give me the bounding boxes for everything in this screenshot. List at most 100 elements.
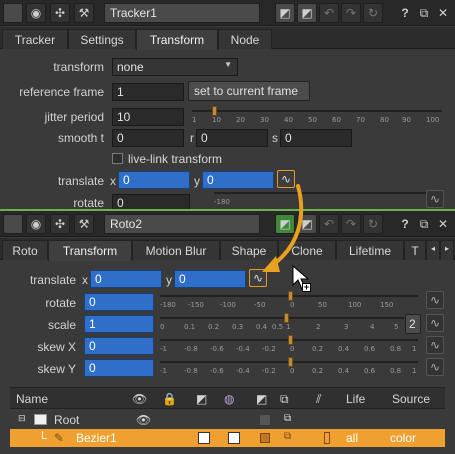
row-life[interactable]: all <box>346 431 358 445</box>
translate-curve-icon[interactable]: ∿ <box>249 269 267 287</box>
skew-y-input[interactable]: 0 <box>84 359 154 377</box>
translate-x-input[interactable]: 0 <box>90 270 162 288</box>
color-swatch-icon[interactable]: ◩ <box>275 3 295 23</box>
skew-x-input[interactable]: 0 <box>84 337 154 355</box>
redo-icon[interactable]: ↷ <box>341 214 361 234</box>
viewer-toggle-icon[interactable]: ◉ <box>26 214 46 234</box>
column-life[interactable]: Life <box>346 392 365 406</box>
slider-knob[interactable] <box>288 335 293 345</box>
node-color-icon[interactable]: ◩ <box>297 3 317 23</box>
jitter-period-input[interactable]: 10 <box>112 108 184 126</box>
motion-blur-icon[interactable]: ⫽ <box>316 392 321 407</box>
help-icon[interactable]: ? <box>399 6 411 20</box>
drag-copy-plus-icon: + <box>302 282 311 292</box>
overlay-color-swatch[interactable] <box>260 433 270 443</box>
tab-motion-blur[interactable]: Motion Blur <box>132 240 220 260</box>
undo-icon[interactable]: ↶ <box>319 3 339 23</box>
skew-x-curve-icon[interactable]: ∿ <box>426 336 444 354</box>
node-menu-icon[interactable] <box>3 214 23 234</box>
translate-y-input[interactable]: 0 <box>174 270 246 288</box>
rotate-curve-icon[interactable]: ∿ <box>426 190 444 208</box>
overlay-color-swatch[interactable] <box>260 415 270 425</box>
rotate-input[interactable]: 0 <box>84 293 154 311</box>
tab-node[interactable]: Node <box>218 29 272 49</box>
skew-y-slider[interactable]: -1 -0.8 -0.6 -0.4 -0.2 0 0.2 0.4 0.6 0.8… <box>160 357 418 375</box>
tab-transform[interactable]: Transform <box>136 29 218 50</box>
transform-dropdown[interactable]: none ▼ <box>112 58 238 76</box>
overlay-color-icon[interactable]: ◩ <box>256 392 267 406</box>
visibility-eye-icon[interactable]: 👁 <box>136 413 151 427</box>
rotate-slider[interactable]: -180 -150 -100 -50 0 50 100 150 <box>160 291 418 309</box>
slider-knob[interactable] <box>288 357 293 367</box>
motion-blur-toggle[interactable] <box>324 432 330 444</box>
redo-icon[interactable]: ↷ <box>341 3 361 23</box>
visibility-eye-icon[interactable]: 👁 <box>132 392 147 406</box>
rotate-curve-icon[interactable]: ∿ <box>426 291 444 309</box>
jitter-period-slider[interactable]: 1 10 20 30 40 50 60 70 80 90 100 <box>192 106 442 124</box>
invert-icon[interactable] <box>198 432 210 444</box>
smooth-label: smooth t <box>57 131 104 145</box>
tab-clone[interactable]: Clone <box>278 240 336 260</box>
set-to-current-frame-button[interactable]: set to current frame <box>188 81 310 101</box>
tree-collapse-icon[interactable]: ⊟ <box>18 413 26 424</box>
tab-transform[interactable]: Transform <box>48 240 132 261</box>
translate-y-input[interactable]: 0 <box>202 171 274 189</box>
scale-channels-button[interactable]: 2 <box>405 314 421 334</box>
revert-icon[interactable]: ↻ <box>363 214 383 234</box>
blend-mode-icon[interactable]: ⧉ <box>284 431 291 442</box>
scale-input[interactable]: 1 <box>84 315 154 333</box>
row-name: Bezier1 <box>76 431 117 445</box>
translate-x-input[interactable]: 0 <box>118 171 190 189</box>
smooth-s-input[interactable]: 0 <box>280 129 352 147</box>
tab-scroll-right-icon[interactable]: ▸ <box>440 240 454 260</box>
node-color-icon[interactable]: ◩ <box>275 214 295 234</box>
viewer-toggle-icon[interactable]: ◉ <box>26 3 46 23</box>
tab-truncated[interactable]: T <box>404 240 426 260</box>
tracker-transform-panel: transform none ▼ reference frame 1 set t… <box>0 50 455 212</box>
blend-mode-icon[interactable]: ⧉ <box>280 392 289 407</box>
column-source[interactable]: Source <box>392 392 430 406</box>
lock-icon[interactable]: 🔒 <box>162 392 177 406</box>
close-icon[interactable]: ✕ <box>437 6 449 20</box>
revert-icon[interactable]: ↻ <box>363 3 383 23</box>
wrench-icon[interactable]: ⚒ <box>74 214 94 234</box>
smooth-t-input[interactable]: 0 <box>112 129 184 147</box>
row-source[interactable]: color <box>390 431 416 445</box>
help-icon[interactable]: ? <box>399 217 411 231</box>
slider-knob[interactable] <box>288 291 293 301</box>
tab-roto[interactable]: Roto <box>2 240 48 260</box>
tab-lifetime[interactable]: Lifetime <box>336 240 404 260</box>
reference-frame-input[interactable]: 1 <box>112 83 184 101</box>
blend-mode-icon[interactable]: ⧉ <box>284 413 291 424</box>
table-row[interactable]: └ ✎ Bezier1 ⧉ all color <box>10 429 445 447</box>
color-swatch-icon[interactable]: ◩ <box>297 214 317 234</box>
tab-shape[interactable]: Shape <box>220 240 278 260</box>
node-name-field[interactable]: Tracker1 <box>104 3 260 23</box>
live-link-checkbox[interactable] <box>112 153 123 164</box>
slider-knob[interactable] <box>284 313 289 323</box>
tab-settings[interactable]: Settings <box>68 29 136 49</box>
skew-x-slider[interactable]: -1 -0.8 -0.6 -0.4 -0.2 0 0.2 0.4 0.6 0.8… <box>160 335 418 353</box>
float-panel-icon[interactable]: ⧉ <box>418 217 430 231</box>
invert-icon[interactable]: ◩ <box>196 392 207 406</box>
translate-curve-icon[interactable]: ∿ <box>277 170 295 188</box>
rotate-slider[interactable]: -180 <box>214 188 442 206</box>
color-wheel-icon[interactable]: ◍ <box>224 392 234 406</box>
column-name[interactable]: Name <box>16 392 48 406</box>
smooth-r-input[interactable]: 0 <box>196 129 268 147</box>
color-swatch[interactable] <box>228 432 240 444</box>
wrench-icon[interactable]: ⚒ <box>74 3 94 23</box>
node-menu-icon[interactable] <box>3 3 23 23</box>
node-name-field[interactable]: Roto2 <box>104 214 260 234</box>
smooth-r-label: r <box>190 131 194 145</box>
tab-scroll-left-icon[interactable]: ◂ <box>426 240 440 260</box>
slider-knob[interactable] <box>212 106 217 116</box>
skew-y-curve-icon[interactable]: ∿ <box>426 358 444 376</box>
float-panel-icon[interactable]: ⧉ <box>418 6 430 20</box>
scale-slider[interactable]: 0 0.1 0.2 0.3 0.4 0.5 1 2 3 4 5 <box>160 313 404 331</box>
scale-curve-icon[interactable]: ∿ <box>426 314 444 332</box>
close-icon[interactable]: ✕ <box>437 217 449 231</box>
table-row[interactable]: ⊟ Root 👁 ⧉ <box>10 411 445 429</box>
undo-icon[interactable]: ↶ <box>319 214 339 234</box>
tab-tracker[interactable]: Tracker <box>2 29 68 49</box>
